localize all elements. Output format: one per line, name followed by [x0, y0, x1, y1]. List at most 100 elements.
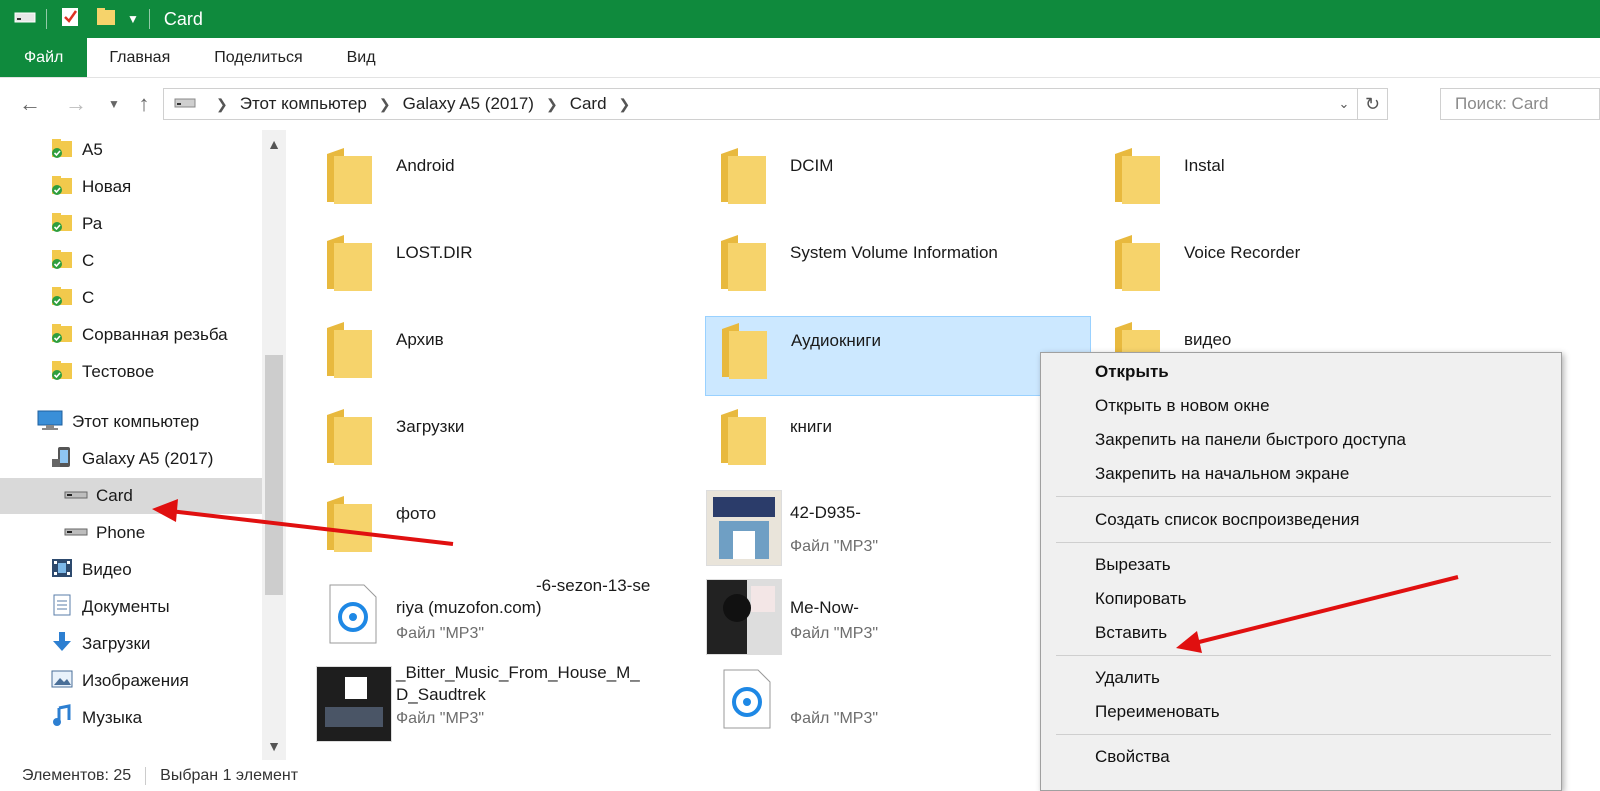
- menu-item-open[interactable]: Открыть: [1041, 355, 1561, 389]
- new-folder-icon[interactable]: [95, 6, 117, 33]
- mp3-file-item[interactable]: -6-sezon-13-se riya (muzofon.com) Файл "…: [296, 565, 680, 645]
- mp3-file-item[interactable]: Файл "MP3": [690, 652, 1074, 732]
- back-button[interactable]: ←: [16, 90, 44, 118]
- sidebar-item-testovoe[interactable]: Тестовое: [0, 354, 262, 390]
- folder-synced-icon: [50, 359, 74, 386]
- titlebar-separator: [46, 9, 47, 29]
- recent-locations-icon[interactable]: ▼: [100, 90, 128, 118]
- folder-synced-icon: [50, 137, 74, 164]
- folder-item[interactable]: LOST.DIR: [296, 217, 680, 297]
- up-button[interactable]: ↑: [130, 90, 158, 118]
- sidebar-item-label: Galaxy A5 (2017): [82, 449, 214, 468]
- sidebar-item-s2[interactable]: С: [0, 280, 262, 316]
- menu-item-cut[interactable]: Вырезать: [1041, 548, 1561, 582]
- folder-item[interactable]: Instal: [1084, 130, 1468, 210]
- sidebar-item-galaxy[interactable]: Galaxy A5 (2017): [0, 441, 262, 477]
- file-type: Файл "MP3": [790, 710, 879, 727]
- folder-item[interactable]: книги: [690, 391, 1074, 471]
- folder-item[interactable]: Загрузки: [296, 391, 680, 471]
- folder-icon: [324, 492, 374, 559]
- folder-item[interactable]: DCIM: [690, 130, 1074, 210]
- file-name: Instal: [1184, 156, 1225, 175]
- file-type: Файл "MP3": [396, 710, 485, 727]
- sidebar-item-label: Card: [96, 486, 133, 505]
- sidebar-item-this-pc[interactable]: Этот компьютер: [0, 404, 262, 440]
- file-name: фото: [396, 504, 437, 523]
- folder-item[interactable]: Архив: [296, 304, 680, 384]
- tab-home[interactable]: Главная: [87, 38, 192, 77]
- search-input[interactable]: Поиск: Card: [1440, 88, 1600, 120]
- menu-item-open-new-window[interactable]: Открыть в новом окне: [1041, 389, 1561, 423]
- address-bar[interactable]: ❯ Этот компьютер ❯ Galaxy A5 (2017) ❯ Ca…: [163, 88, 1388, 120]
- breadcrumb-chevron-icon[interactable]: ❯: [216, 96, 228, 113]
- sidebar-item-phone[interactable]: Phone: [0, 515, 262, 551]
- sidebar-item-label: Phone: [96, 523, 146, 542]
- menu-item-copy[interactable]: Копировать: [1041, 582, 1561, 616]
- menu-item-rename[interactable]: Переименовать: [1041, 695, 1561, 729]
- sidebar-item-s1[interactable]: С: [0, 243, 262, 279]
- folder-item[interactable]: Voice Recorder: [1084, 217, 1468, 297]
- breadcrumb-card[interactable]: Card: [570, 94, 607, 114]
- sidebar-item-label: Изображения: [82, 671, 189, 690]
- sidebar-item-pictures[interactable]: Изображения: [0, 663, 262, 699]
- menu-item-create-playlist[interactable]: Создать список воспроизведения: [1041, 503, 1561, 537]
- file-name: -6-sezon-13-se riya (muzofon.com): [396, 575, 686, 619]
- sidebar-item-sorvannaya[interactable]: Сорванная резьба: [0, 317, 262, 353]
- scroll-up-icon[interactable]: ▲: [262, 132, 286, 156]
- mp3-file-item[interactable]: 42-D935- Файл "MP3": [690, 478, 1074, 566]
- breadcrumb-galaxy[interactable]: Galaxy A5 (2017): [403, 94, 534, 114]
- mp3-file-item[interactable]: Me-Now- Файл "MP3": [690, 565, 1074, 655]
- forward-button[interactable]: →: [62, 90, 90, 118]
- file-name-line: 42-D935-: [790, 503, 861, 522]
- sidebar-item-documents[interactable]: Документы: [0, 589, 262, 625]
- menu-item-paste[interactable]: Вставить: [1041, 616, 1561, 650]
- breadcrumb-this-pc[interactable]: Этот компьютер: [240, 94, 367, 114]
- properties-icon[interactable]: [59, 6, 81, 33]
- breadcrumb-chevron-icon[interactable]: ❯: [619, 96, 631, 113]
- tab-file[interactable]: Файл: [0, 38, 88, 77]
- folder-item[interactable]: System Volume Information: [690, 217, 1074, 297]
- sidebar-item-a5[interactable]: A5: [0, 132, 262, 168]
- music-icon: [50, 703, 74, 733]
- sidebar-item-new[interactable]: Новая: [0, 169, 262, 205]
- folder-icon: [718, 405, 768, 472]
- refresh-icon[interactable]: ↻: [1357, 89, 1387, 119]
- media-file-icon: [722, 668, 772, 735]
- item-count: Элементов: 25: [22, 766, 132, 784]
- file-name: Voice Recorder: [1184, 243, 1301, 262]
- tab-view[interactable]: Вид: [325, 38, 398, 77]
- file-name: Аудиокниги: [791, 331, 881, 350]
- address-history-chevron-icon[interactable]: ⌄: [1331, 96, 1357, 112]
- folder-item-selected[interactable]: Аудиокниги: [705, 316, 1091, 396]
- sidebar-item-downloads[interactable]: Загрузки: [0, 626, 262, 662]
- folder-synced-icon: [50, 174, 74, 201]
- menu-item-pin-quick-access[interactable]: Закрепить на панели быстрого доступа: [1041, 423, 1561, 457]
- breadcrumb-chevron-icon[interactable]: ❯: [379, 96, 391, 113]
- sidebar-item-label: Сорванная резьба: [82, 325, 228, 344]
- media-file-icon: [328, 583, 378, 650]
- sidebar-scrollbar[interactable]: ▲ ▼: [262, 130, 286, 760]
- navigation-bar: ← → ▼ ↑ ❯ Этот компьютер ❯ Galaxy A5 (20…: [0, 78, 1600, 130]
- menu-item-pin-start[interactable]: Закрепить на начальном экране: [1041, 457, 1561, 491]
- sidebar-item-label: Тестовое: [82, 362, 155, 381]
- folder-item[interactable]: Android: [296, 130, 680, 210]
- menu-item-properties[interactable]: Свойства: [1041, 740, 1561, 774]
- drive-icon: [174, 94, 196, 114]
- sidebar-item-label: Ра: [82, 214, 103, 233]
- scroll-down-icon[interactable]: ▼: [262, 734, 286, 758]
- menu-item-delete[interactable]: Удалить: [1041, 661, 1561, 695]
- file-type: Файл "MP3": [396, 625, 485, 642]
- sidebar-item-video[interactable]: Видео: [0, 552, 262, 588]
- scroll-thumb[interactable]: [265, 355, 283, 595]
- sidebar-item-card[interactable]: Card: [0, 478, 262, 514]
- sidebar-item-label: С: [82, 251, 95, 270]
- folder-synced-icon: [50, 211, 74, 238]
- sidebar-item-music[interactable]: Музыка: [0, 700, 262, 736]
- mp3-file-item[interactable]: _Bitter_Music_From_House_M_ D_Saudtrek Ф…: [296, 652, 680, 742]
- sidebar-item-ra[interactable]: Ра: [0, 206, 262, 242]
- menu-separator: [1056, 542, 1551, 543]
- folder-item[interactable]: фото: [296, 478, 680, 558]
- tab-share[interactable]: Поделиться: [192, 38, 324, 77]
- chevron-down-icon[interactable]: ▼: [127, 12, 139, 26]
- breadcrumb-chevron-icon[interactable]: ❯: [546, 96, 558, 113]
